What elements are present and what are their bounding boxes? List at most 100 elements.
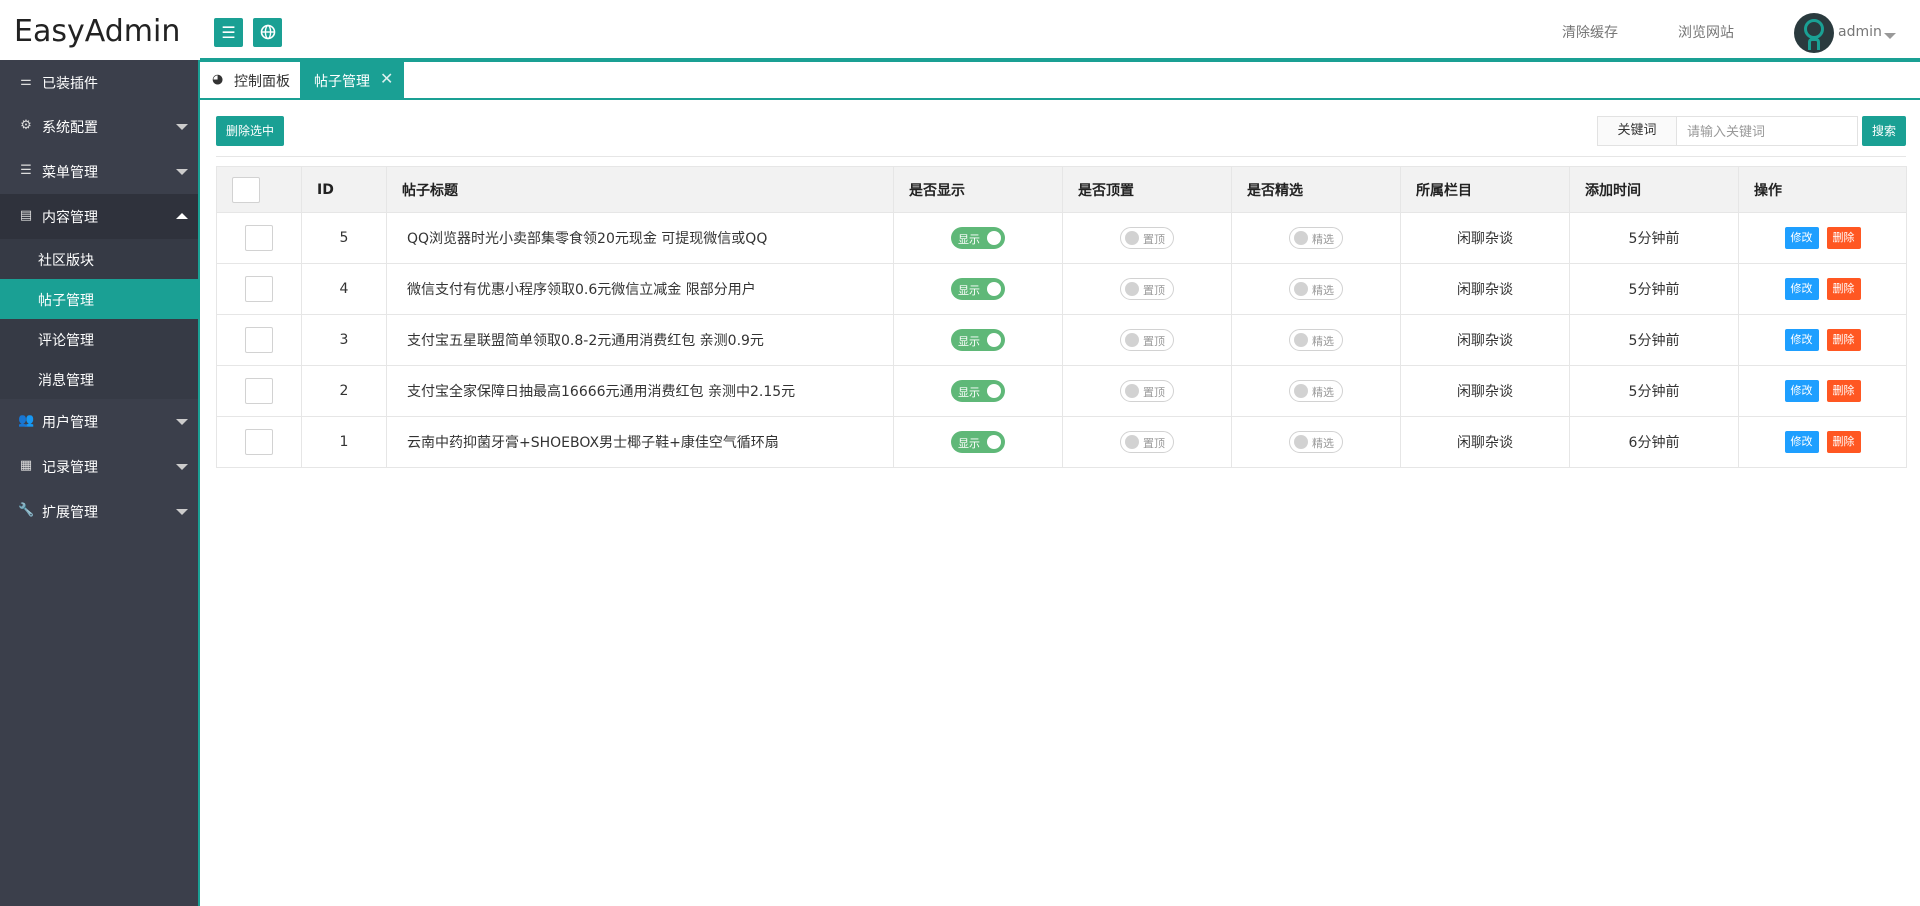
select-all-checkbox[interactable] <box>232 176 260 203</box>
show-toggle[interactable]: 显示 <box>951 329 1005 351</box>
close-icon[interactable]: ✕ <box>380 69 393 88</box>
bars-icon: ☰ <box>20 163 32 178</box>
row-checkbox[interactable] <box>245 225 273 251</box>
toggle-label: 精选 <box>1312 284 1334 297</box>
sidebar-item-records[interactable]: ▦ 记录管理 <box>0 444 198 489</box>
sidebar-subitem-comments[interactable]: 评论管理 <box>0 319 198 359</box>
sliders-icon: ⚌ <box>20 74 32 89</box>
edit-button[interactable]: 修改 <box>1784 329 1819 351</box>
row-title: QQ浏览器时光小卖部集零食领20元现金 可提现微信或QQ <box>386 212 894 264</box>
column-header-id[interactable]: ID <box>301 166 387 213</box>
edit-button[interactable]: 修改 <box>1784 431 1819 453</box>
featured-toggle[interactable]: 精选 <box>1289 329 1343 351</box>
toggle-label: 显示 <box>958 437 980 450</box>
sidebar-item-label: 扩展管理 <box>42 505 98 521</box>
tab-dashboard[interactable]: ◕ 控制面板 <box>200 62 300 98</box>
column-header-top[interactable]: 是否顶置 <box>1062 166 1232 213</box>
sidebar-border <box>198 60 200 906</box>
users-icon: 👥 <box>18 413 35 428</box>
featured-toggle[interactable]: 精选 <box>1289 380 1343 402</box>
chevron-down-icon <box>176 464 188 470</box>
search-button[interactable]: 搜索 <box>1862 116 1906 146</box>
toggle-knob <box>1294 384 1308 398</box>
column-header-show[interactable]: 是否显示 <box>893 166 1063 213</box>
row-id: 5 <box>301 212 387 264</box>
column-header-time[interactable]: 添加时间 <box>1569 166 1739 213</box>
toggle-knob <box>1125 282 1139 296</box>
row-select-cell <box>216 314 302 366</box>
row-top-cell: 置顶 <box>1062 212 1232 264</box>
row-checkbox[interactable] <box>245 327 273 353</box>
delete-button[interactable]: 删除 <box>1826 329 1861 351</box>
chevron-down-icon[interactable] <box>1884 33 1896 39</box>
globe-icon <box>260 24 275 40</box>
delete-button[interactable]: 删除 <box>1826 380 1861 402</box>
row-checkbox[interactable] <box>245 378 273 404</box>
column-header-category[interactable]: 所属栏目 <box>1400 166 1570 213</box>
top-toggle[interactable]: 置顶 <box>1120 380 1174 402</box>
sidebar-item-extensions[interactable]: 🔧 扩展管理 <box>0 489 198 534</box>
top-toggle[interactable]: 置顶 <box>1120 431 1174 453</box>
clear-cache-link[interactable]: 清除缓存 <box>1562 22 1618 42</box>
menu-toggle-button[interactable]: ☰ <box>214 18 243 47</box>
delete-selected-button[interactable]: 删除选中 <box>216 116 284 146</box>
row-title: 微信支付有优惠小程序领取0.6元微信立减金 限部分用户 <box>386 263 894 315</box>
user-name[interactable]: admin <box>1838 24 1882 40</box>
delete-button[interactable]: 删除 <box>1826 227 1861 249</box>
show-toggle[interactable]: 显示 <box>951 227 1005 249</box>
row-id: 2 <box>301 365 387 417</box>
sidebar-item-menu[interactable]: ☰ 菜单管理 <box>0 149 198 194</box>
sidebar-subitem-community[interactable]: 社区版块 <box>0 239 198 279</box>
show-toggle[interactable]: 显示 <box>951 278 1005 300</box>
sidebar-item-users[interactable]: 👥 用户管理 <box>0 399 198 444</box>
row-checkbox[interactable] <box>245 429 273 455</box>
refresh-button[interactable] <box>253 18 282 47</box>
delete-button[interactable]: 删除 <box>1826 278 1861 300</box>
featured-toggle[interactable]: 精选 <box>1289 278 1343 300</box>
show-toggle[interactable]: 显示 <box>951 431 1005 453</box>
sidebar-item-plugins[interactable]: ⚌ 已装插件 <box>0 60 198 105</box>
row-id: 1 <box>301 416 387 468</box>
sidebar-subitem-posts[interactable]: 帖子管理 <box>0 279 198 319</box>
row-time: 5分钟前 <box>1569 365 1739 417</box>
row-featured-cell: 精选 <box>1231 365 1401 417</box>
row-checkbox[interactable] <box>245 276 273 302</box>
avatar[interactable] <box>1794 13 1834 53</box>
file-icon: ▤ <box>19 208 33 223</box>
chevron-up-icon <box>176 213 188 219</box>
column-header-featured[interactable]: 是否精选 <box>1231 166 1401 213</box>
sidebar-subitem-label: 社区版块 <box>38 253 94 269</box>
row-top-cell: 置顶 <box>1062 416 1232 468</box>
sidebar-item-system-config[interactable]: ⚙ 系统配置 <box>0 104 198 149</box>
toggle-label: 置顶 <box>1143 386 1165 399</box>
toggle-knob <box>987 384 1001 398</box>
browse-site-link[interactable]: 浏览网站 <box>1678 22 1734 42</box>
show-toggle[interactable]: 显示 <box>951 380 1005 402</box>
top-toggle[interactable]: 置顶 <box>1120 329 1174 351</box>
tab-posts[interactable]: 帖子管理 ✕ <box>300 62 404 98</box>
chevron-down-icon <box>176 419 188 425</box>
row-featured-cell: 精选 <box>1231 416 1401 468</box>
toggle-label: 显示 <box>958 335 980 348</box>
column-header-title[interactable]: 帖子标题 <box>386 166 894 213</box>
featured-toggle[interactable]: 精选 <box>1289 227 1343 249</box>
edit-button[interactable]: 修改 <box>1784 278 1819 300</box>
featured-toggle[interactable]: 精选 <box>1289 431 1343 453</box>
keyword-label: 关键词 <box>1597 116 1677 146</box>
row-featured-cell: 精选 <box>1231 263 1401 315</box>
top-toggle[interactable]: 置顶 <box>1120 227 1174 249</box>
delete-button[interactable]: 删除 <box>1826 431 1861 453</box>
edit-button[interactable]: 修改 <box>1784 380 1819 402</box>
keyword-input[interactable] <box>1676 116 1858 146</box>
row-top-cell: 置顶 <box>1062 263 1232 315</box>
toggle-label: 显示 <box>958 233 980 246</box>
sidebar-subitem-messages[interactable]: 消息管理 <box>0 359 198 399</box>
app-logo[interactable]: EasyAdmin <box>14 14 180 49</box>
top-toggle[interactable]: 置顶 <box>1120 278 1174 300</box>
sidebar-item-label: 已装插件 <box>42 76 98 92</box>
sidebar-item-content[interactable]: ▤ 内容管理 <box>0 194 198 239</box>
row-featured-cell: 精选 <box>1231 212 1401 264</box>
edit-button[interactable]: 修改 <box>1784 227 1819 249</box>
toggle-label: 置顶 <box>1143 437 1165 450</box>
row-time: 5分钟前 <box>1569 314 1739 366</box>
